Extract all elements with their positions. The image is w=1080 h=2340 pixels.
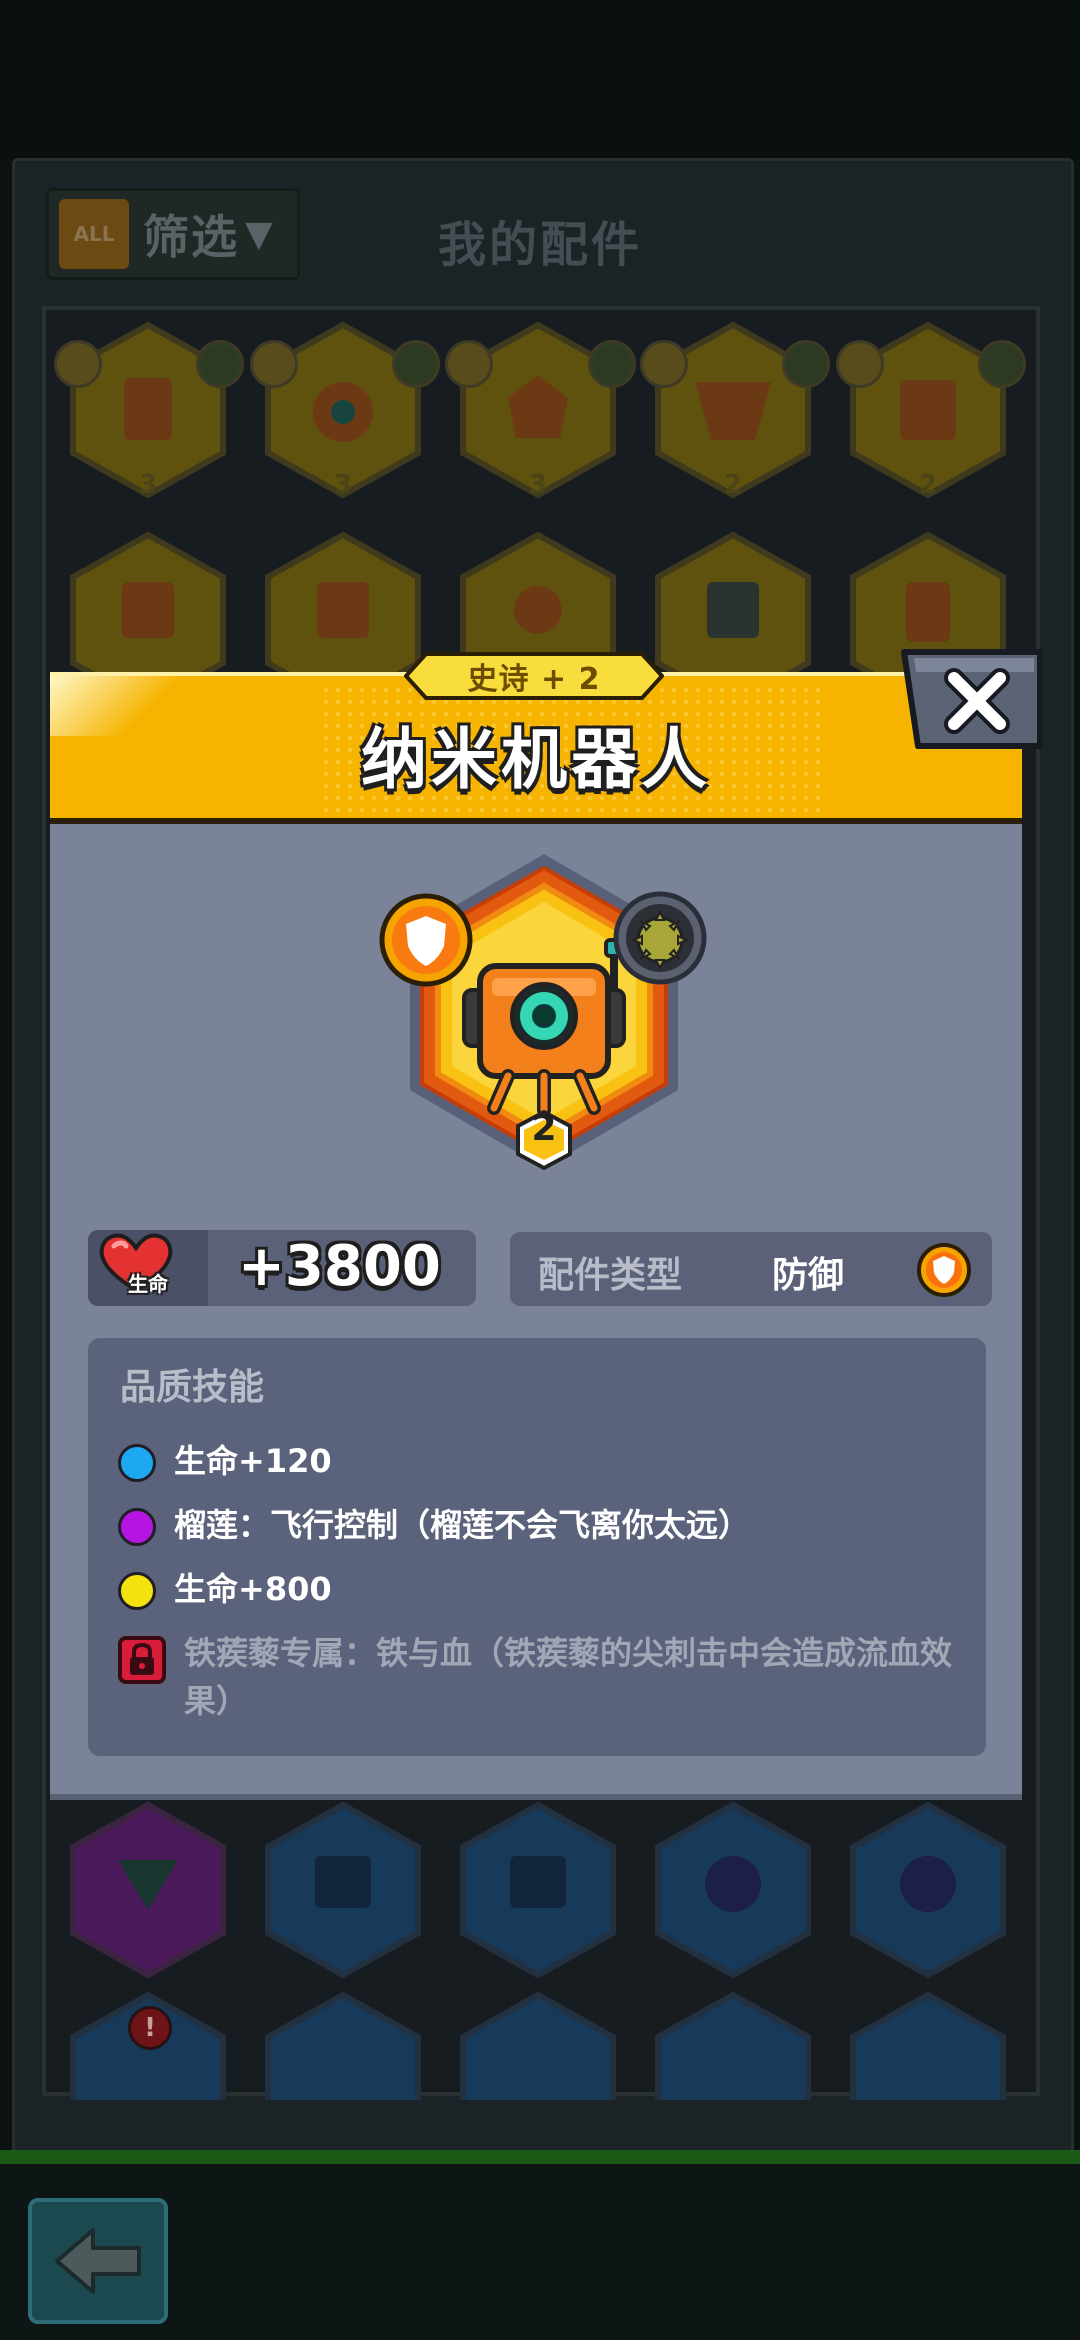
durian-icon [613, 891, 707, 985]
hp-icon-label: 生命 [128, 1272, 168, 1296]
close-button[interactable] [900, 648, 1044, 750]
close-x-icon [901, 649, 1043, 749]
item-level: 2 [531, 1108, 557, 1149]
skill-item: 生命+800 [118, 1570, 332, 1613]
locked-skill-item: 铁蒺藜专属：铁与血（铁蒺藜的尖刺击中会造成流血效果） [118, 1634, 964, 1725]
skills-title: 品质技能 [120, 1367, 265, 1408]
part-type-stat: 配件类型 防御 [510, 1232, 992, 1306]
hp-value: +3800 [238, 1234, 441, 1299]
defense-shield-icon [917, 1243, 971, 1297]
part-type-label: 配件类型 [538, 1255, 683, 1296]
rarity-label: 史诗 + 2 [467, 662, 601, 697]
skill-text: 榴莲：飞行控制（榴莲不会飞离你太远） [174, 1506, 751, 1544]
skill-text: 生命+120 [174, 1442, 332, 1480]
rarity-badge: 史诗 + 2 [404, 652, 664, 700]
quality-skills-panel: 品质技能 生命+120 榴莲：飞行控制（榴莲不会飞离你太远） 生命+800 铁蒺… [88, 1338, 986, 1756]
item-name: 纳米机器人 [361, 721, 711, 798]
shield-icon [379, 893, 473, 987]
skill-item: 生命+120 [118, 1442, 332, 1485]
skill-item: 榴莲：飞行控制（榴莲不会飞离你太远） [118, 1506, 750, 1549]
yellow-quality-dot-icon [118, 1572, 156, 1610]
lock-icon [118, 1636, 166, 1684]
purple-quality-dot-icon [118, 1508, 156, 1546]
hp-stat: 生命 +3800 [88, 1230, 476, 1306]
skill-text: 生命+800 [174, 1570, 332, 1608]
locked-skill-text: 铁蒺藜专属：铁与血（铁蒺藜的尖刺击中会造成流血效果） [184, 1634, 953, 1720]
part-type-value: 防御 [772, 1255, 845, 1296]
blue-quality-dot-icon [118, 1444, 156, 1482]
